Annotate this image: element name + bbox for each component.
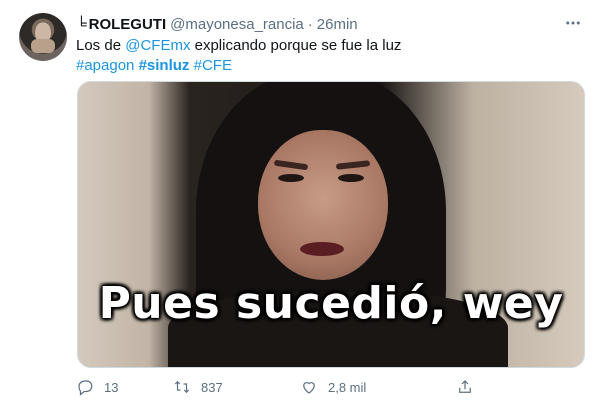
tweet-time[interactable]: 26min	[317, 16, 358, 33]
hashtag-link[interactable]: #sinluz	[139, 57, 190, 74]
reply-icon	[76, 378, 94, 396]
media-eye-left	[278, 174, 304, 182]
share-button[interactable]	[456, 378, 474, 396]
tweet-card[interactable]: ╘ ROLEGUTI @mayonesa_rancia · 26min Los …	[0, 0, 594, 403]
reply-button[interactable]: 13	[76, 378, 173, 396]
tweet-text-line-2: #apagon #sinluz #CFE	[76, 56, 401, 76]
hashtag-link[interactable]: #CFE	[194, 57, 232, 74]
author-name[interactable]: ROLEGUTI	[89, 16, 167, 33]
text-prefix: Los de	[76, 37, 126, 54]
media-face-shape	[258, 130, 388, 280]
retweet-icon	[173, 378, 191, 396]
tweet-text: Los de @CFEmx explicando porque se fue l…	[76, 36, 401, 76]
media-mouth	[300, 242, 344, 256]
avatar[interactable]	[19, 13, 67, 61]
media-caption: Pues sucedió, wey	[98, 278, 564, 329]
reply-count: 13	[104, 379, 119, 395]
separator-dot: ·	[307, 15, 313, 33]
avatar-hands	[31, 39, 55, 53]
more-icon[interactable]	[564, 14, 582, 35]
like-icon	[300, 378, 318, 396]
name-prefix-glyph: ╘	[76, 15, 87, 33]
author-handle[interactable]: @mayonesa_rancia	[170, 16, 304, 33]
retweet-count: 837	[201, 379, 223, 395]
hashtag-link[interactable]: #apagon	[76, 57, 134, 74]
tweet-header: ╘ ROLEGUTI @mayonesa_rancia · 26min	[76, 14, 358, 34]
text-suffix: explicando porque se fue la luz	[190, 37, 402, 54]
like-button[interactable]: 2,8 mil	[300, 378, 456, 396]
tweet-text-line-1: Los de @CFEmx explicando porque se fue l…	[76, 36, 401, 56]
retweet-button[interactable]: 837	[173, 378, 300, 396]
like-count: 2,8 mil	[328, 379, 367, 395]
media-eye-right	[338, 174, 364, 182]
tweet-media[interactable]: Pues sucedió, wey	[77, 81, 585, 368]
share-icon	[456, 378, 474, 396]
mention-link[interactable]: @CFEmx	[125, 37, 190, 54]
tweet-actions: 13 837 2,8 mil	[76, 376, 516, 398]
